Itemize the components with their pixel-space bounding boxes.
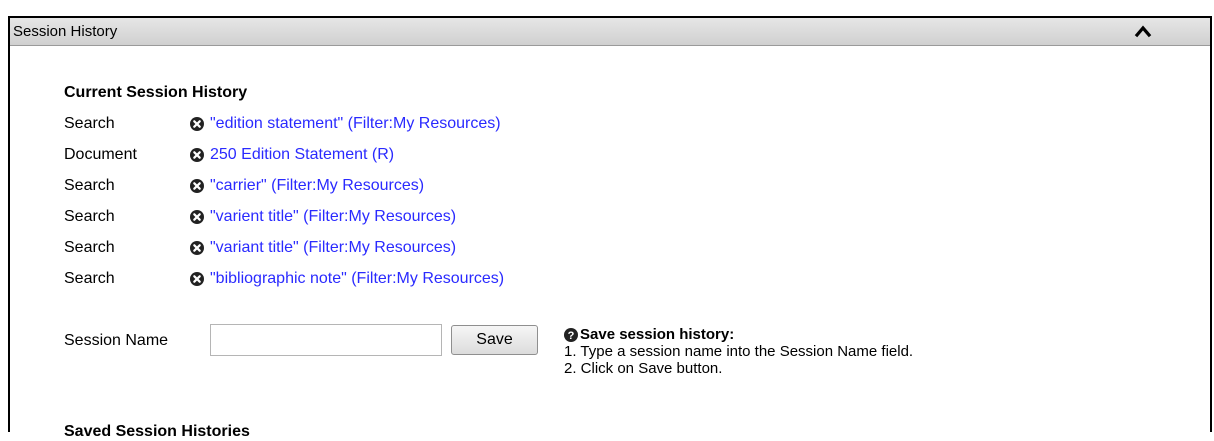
question-circle-icon: ? bbox=[564, 327, 578, 342]
history-row: Search "bibliographic note" (Filter:My R… bbox=[64, 268, 504, 290]
remove-icon[interactable] bbox=[190, 241, 204, 255]
svg-text:?: ? bbox=[568, 330, 575, 342]
help-step-2: 2. Click on Save button. bbox=[564, 360, 723, 377]
history-row: Document 250 Edition Statement (R) bbox=[64, 144, 394, 166]
save-help: ? Save session history: 1. Type a sessio… bbox=[564, 326, 913, 377]
history-link[interactable]: "carrier" (Filter:My Resources) bbox=[210, 177, 424, 195]
session-name-input[interactable] bbox=[210, 324, 442, 356]
save-button[interactable]: Save bbox=[451, 325, 538, 355]
session-name-label: Session Name bbox=[64, 332, 169, 349]
chevron-up-icon[interactable] bbox=[1134, 23, 1152, 39]
remove-icon[interactable] bbox=[190, 179, 204, 193]
history-row: Search "edition statement" (Filter:My Re… bbox=[64, 113, 501, 135]
history-type: Search bbox=[64, 115, 115, 132]
panel-header[interactable]: Session History bbox=[10, 18, 1210, 46]
remove-icon[interactable] bbox=[190, 148, 204, 162]
history-row: Search "carrier" (Filter:My Resources) bbox=[64, 175, 424, 197]
history-row: Search "varient title" (Filter:My Resour… bbox=[64, 206, 456, 228]
history-row: Search "variant title" (Filter:My Resour… bbox=[64, 237, 456, 259]
history-type: Search bbox=[64, 177, 115, 194]
help-title-row: ? Save session history: bbox=[564, 326, 913, 343]
history-link[interactable]: 250 Edition Statement (R) bbox=[210, 146, 394, 164]
history-type: Search bbox=[64, 208, 115, 225]
history-type: Document bbox=[64, 146, 137, 163]
panel-title: Session History bbox=[13, 23, 118, 40]
history-type: Search bbox=[64, 270, 115, 287]
history-link[interactable]: "bibliographic note" (Filter:My Resource… bbox=[210, 270, 504, 288]
history-link[interactable]: "variant title" (Filter:My Resources) bbox=[210, 239, 456, 257]
history-link[interactable]: "edition statement" (Filter:My Resources… bbox=[210, 115, 501, 133]
session-history-panel: Session History Current Session History … bbox=[8, 16, 1212, 440]
saved-session-heading: Saved Session Histories bbox=[64, 423, 250, 440]
help-step-1: 1. Type a session name into the Session … bbox=[564, 343, 914, 360]
remove-icon[interactable] bbox=[190, 272, 204, 286]
remove-icon[interactable] bbox=[190, 117, 204, 131]
history-link[interactable]: "varient title" (Filter:My Resources) bbox=[210, 208, 456, 226]
remove-icon[interactable] bbox=[190, 210, 204, 224]
help-title: Save session history: bbox=[580, 326, 735, 343]
current-session-heading: Current Session History bbox=[64, 84, 248, 101]
history-type: Search bbox=[64, 239, 115, 256]
